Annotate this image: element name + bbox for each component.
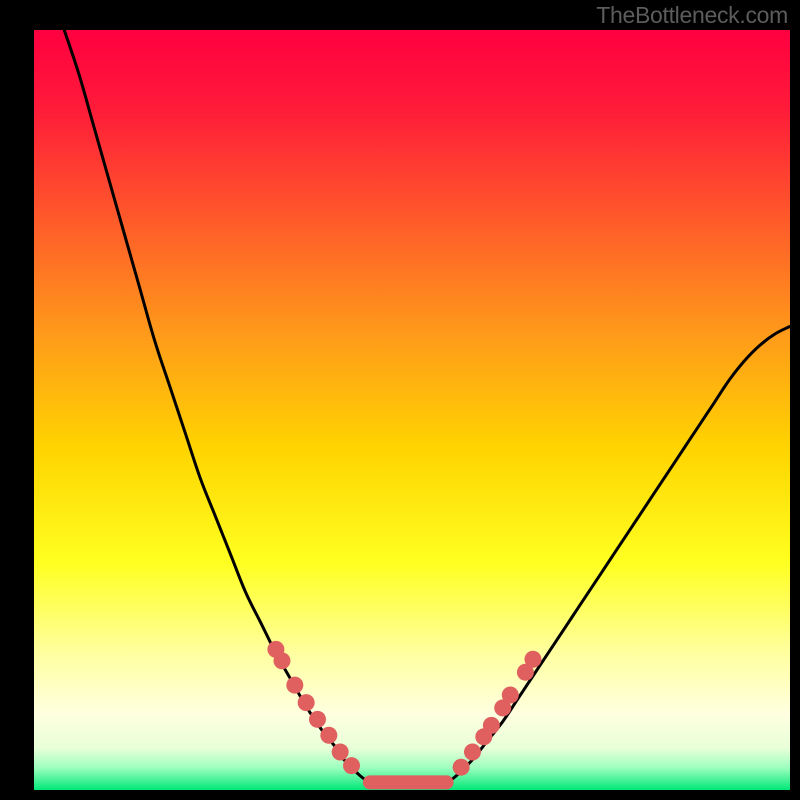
chart-svg — [0, 0, 800, 800]
left-marker-4 — [309, 711, 326, 728]
left-marker-7 — [343, 757, 360, 774]
watermark-text: TheBottleneck.com — [596, 2, 788, 29]
left-marker-3 — [298, 694, 315, 711]
right-marker-5 — [502, 687, 519, 704]
right-marker-1 — [464, 744, 481, 761]
left-marker-6 — [332, 744, 349, 761]
right-marker-7 — [524, 651, 541, 668]
right-marker-3 — [483, 717, 500, 734]
bottleneck-chart: TheBottleneck.com — [0, 0, 800, 800]
left-marker-5 — [320, 727, 337, 744]
left-marker-2 — [286, 677, 303, 694]
bottom-bar — [363, 775, 454, 789]
left-marker-1 — [273, 652, 290, 669]
plot-background — [34, 30, 790, 790]
right-marker-0 — [453, 759, 470, 776]
